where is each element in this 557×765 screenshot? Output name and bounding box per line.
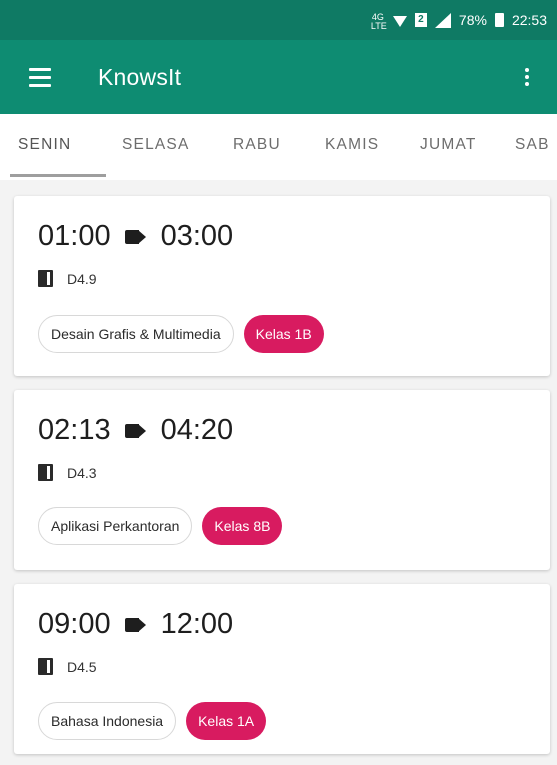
room-label: D4.5 xyxy=(67,658,97,675)
subject-chip[interactable]: Bahasa Indonesia xyxy=(38,702,177,740)
schedule-card[interactable]: 09:00 12:00 D4.5 Bahasa Indonesia Kelas … xyxy=(14,584,550,754)
subject-chip[interactable]: Desain Grafis & Multimedia xyxy=(38,315,234,353)
book-icon xyxy=(38,464,53,481)
start-time: 09:00 xyxy=(38,608,111,640)
book-icon xyxy=(38,270,53,287)
time-range: 02:13 04:20 xyxy=(38,414,233,447)
time-range: 09:00 12:00 xyxy=(38,608,233,641)
arrow-right-icon xyxy=(124,617,147,632)
room-label: D4.3 xyxy=(67,464,97,481)
battery-percent: 78% xyxy=(458,12,487,28)
app-title: KnowsIt xyxy=(98,63,182,90)
tab-senin[interactable]: SENIN xyxy=(18,114,71,180)
more-vert-icon[interactable] xyxy=(515,40,539,114)
end-time: 03:00 xyxy=(160,220,234,252)
arrow-right-icon xyxy=(124,423,147,438)
battery-icon xyxy=(494,13,504,27)
class-chip[interactable]: Kelas 1A xyxy=(186,702,267,740)
tab-kamis[interactable]: KAMIS xyxy=(325,114,379,180)
chip-row: Aplikasi Perkantoran Kelas 8B xyxy=(38,507,283,545)
subject-chip[interactable]: Aplikasi Perkantoran xyxy=(38,507,193,545)
chip-row: Bahasa Indonesia Kelas 1A xyxy=(38,702,267,740)
room-info: D4.3 xyxy=(38,464,97,481)
tab-rabu[interactable]: RABU xyxy=(233,114,281,180)
wifi-icon xyxy=(392,15,407,27)
signal-icon xyxy=(434,12,451,28)
tab-indicator xyxy=(10,174,106,177)
day-tabs: SENIN SELASA RABU KAMIS JUMAT SAB xyxy=(0,114,557,180)
status-bar: 4G LTE 2 78% 22:53 xyxy=(0,0,557,40)
class-chip[interactable]: Kelas 8B xyxy=(202,507,283,545)
class-chip[interactable]: Kelas 1B xyxy=(243,315,324,353)
end-time: 12:00 xyxy=(160,608,234,640)
room-label: D4.9 xyxy=(67,270,97,287)
schedule-card[interactable]: 01:00 03:00 D4.9 Desain Grafis & Multime… xyxy=(14,196,550,376)
book-icon xyxy=(38,658,53,675)
tab-selasa[interactable]: SELASA xyxy=(122,114,190,180)
network-type-icon: 4G LTE xyxy=(370,12,387,31)
chip-row: Desain Grafis & Multimedia Kelas 1B xyxy=(38,315,324,353)
arrow-right-icon xyxy=(124,229,147,244)
start-time: 02:13 xyxy=(38,414,111,446)
room-info: D4.5 xyxy=(38,658,97,675)
hamburger-menu-icon[interactable] xyxy=(0,40,70,114)
clock: 22:53 xyxy=(511,12,547,28)
tab-sabtu[interactable]: SAB xyxy=(515,114,550,180)
end-time: 04:20 xyxy=(160,414,234,446)
sim-icon: 2 xyxy=(414,13,427,27)
start-time: 01:00 xyxy=(38,220,111,252)
tab-jumat[interactable]: JUMAT xyxy=(420,114,477,180)
time-range: 01:00 03:00 xyxy=(38,220,233,253)
app-bar: KnowsIt xyxy=(0,40,557,114)
schedule-card[interactable]: 02:13 04:20 D4.3 Aplikasi Perkantoran Ke… xyxy=(14,390,550,570)
room-info: D4.9 xyxy=(38,270,97,287)
